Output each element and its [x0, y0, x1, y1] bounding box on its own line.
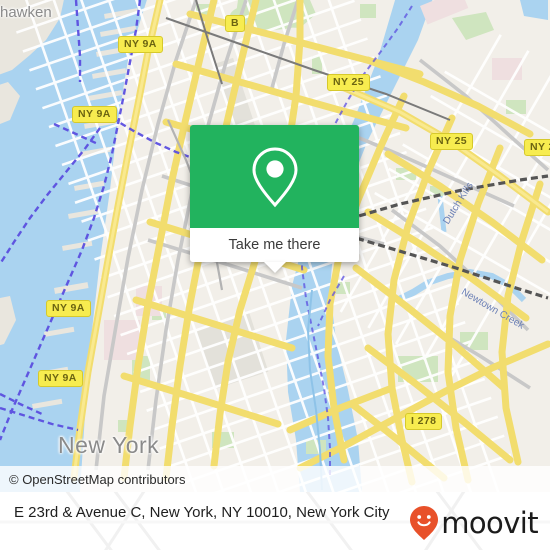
- address-text: E 23rd & Avenue C, New York, NY 10010, N…: [14, 504, 390, 521]
- road-shield: NY 25: [430, 133, 473, 150]
- take-me-there-label: Take me there: [228, 237, 321, 253]
- location-pin-icon: [251, 146, 298, 207]
- road-shield: NY 9A: [46, 300, 91, 317]
- road-shield: NY 9A: [38, 370, 83, 387]
- road-shield: NY 9A: [118, 36, 163, 53]
- map-attribution-bar: © OpenStreetMap contributors: [0, 466, 550, 492]
- popup-icon-area: [190, 125, 359, 228]
- osm-attribution-text[interactable]: © OpenStreetMap contributors: [0, 472, 186, 487]
- moovit-map-screenshot: NY 9A NY 9A NY 9A NY 9A B NY 25 NY 25 NY 2 I 278…: [0, 0, 550, 550]
- map-canvas[interactable]: NY 9A NY 9A NY 9A NY 9A B NY 25 NY 25 NY 2 I 278…: [0, 0, 550, 492]
- road-shield: I 278: [405, 413, 443, 430]
- moovit-smiley-pin-icon: [410, 506, 439, 540]
- take-me-there-button[interactable]: Take me there: [190, 228, 359, 262]
- road-shield: NY 2: [524, 139, 550, 156]
- road-shield: NY 9A: [72, 106, 117, 123]
- footer-bar: E 23rd & Avenue C, New York, NY 10010, N…: [0, 492, 550, 550]
- place-label: New York: [58, 432, 160, 458]
- moovit-wordmark: moovit: [441, 505, 538, 540]
- place-label: hawken: [0, 4, 52, 21]
- road-shield: B: [225, 15, 245, 32]
- road-shield: NY 25: [327, 74, 370, 91]
- moovit-logo[interactable]: moovit: [409, 505, 539, 541]
- location-popup-card[interactable]: Take me there: [190, 125, 359, 273]
- popup-pointer: [263, 262, 286, 273]
